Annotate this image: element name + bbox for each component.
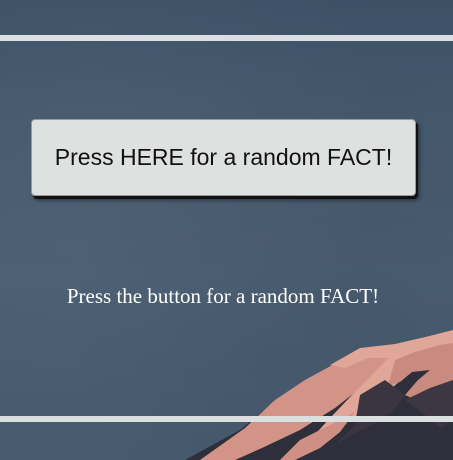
mountain-snow-detail [388, 343, 453, 402]
bottom-divider [0, 416, 453, 422]
mountain-image [185, 330, 453, 460]
mountain-ridge [310, 330, 453, 440]
mountain-lit-slope [200, 347, 392, 460]
fact-text: Press the button for a random FACT! [66, 284, 380, 308]
random-fact-button[interactable]: Press HERE for a random FACT! [31, 119, 416, 196]
mountain-dark-ridges [335, 380, 405, 445]
background-sky [0, 0, 453, 460]
top-divider [0, 35, 453, 41]
mountain-shadow [185, 330, 453, 460]
